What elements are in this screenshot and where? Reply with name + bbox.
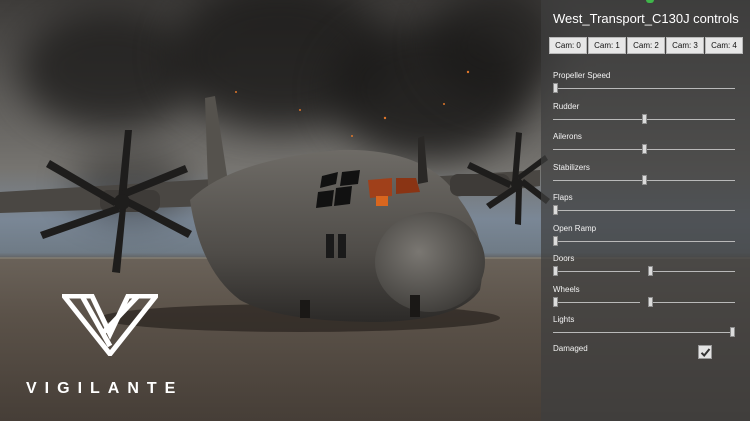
doors-slider-2-thumb[interactable] <box>648 266 653 276</box>
camera-4-button[interactable]: Cam: 4 <box>705 37 743 54</box>
damaged-checkbox[interactable] <box>698 345 712 359</box>
propeller-speed-label: Propeller Speed <box>553 71 611 80</box>
camera-0-button[interactable]: Cam: 0 <box>549 37 587 54</box>
ailerons-label: Ailerons <box>553 132 582 141</box>
doors-slider-2-track[interactable] <box>648 271 735 272</box>
camera-3-button[interactable]: Cam: 3 <box>666 37 704 54</box>
controls-panel: West_Transport_C130J controls Cam: 0 Cam:… <box>541 0 750 421</box>
aircraft-render <box>0 70 550 332</box>
lights-slider-thumb[interactable] <box>730 327 735 337</box>
lights-slider-track[interactable] <box>553 332 735 333</box>
wheels-label: Wheels <box>553 284 580 294</box>
wheels-slider-2-thumb[interactable] <box>648 296 653 307</box>
propeller-speed-slider-thumb[interactable] <box>553 83 558 93</box>
flaps-slider-thumb[interactable] <box>553 205 558 215</box>
doors-slider-1-track[interactable] <box>553 271 640 272</box>
wheels-slider-1-track[interactable] <box>553 301 640 303</box>
panel-title: West_Transport_C130J controls <box>553 11 739 26</box>
lights-label: Lights <box>553 315 575 324</box>
wheels-slider-2-track[interactable] <box>648 301 735 303</box>
rudder-slider-thumb[interactable] <box>641 113 647 124</box>
propeller-speed-slider-track[interactable] <box>553 88 735 89</box>
brand-wordmark: VIGILANTE <box>26 380 184 397</box>
camera-1-button[interactable]: Cam: 1 <box>588 37 626 54</box>
open-ramp-slider-track[interactable] <box>553 240 735 242</box>
rudder-label: Rudder <box>553 101 580 111</box>
camera-2-button[interactable]: Cam: 2 <box>627 37 665 54</box>
viewport: VIGILANTE West_Transport_C130J controls … <box>0 0 750 421</box>
vigilante-logo-icon <box>62 294 158 356</box>
open-ramp-label: Open Ramp <box>553 223 597 233</box>
open-ramp-slider-thumb[interactable] <box>553 235 558 246</box>
flaps-label: Flaps <box>553 193 573 202</box>
checkmark-icon <box>700 348 711 357</box>
doors-slider-1-thumb[interactable] <box>553 266 558 276</box>
ailerons-slider-thumb[interactable] <box>641 144 647 154</box>
flaps-slider-track[interactable] <box>553 210 735 211</box>
wheels-slider-1-thumb[interactable] <box>553 296 558 307</box>
camera-button-group: Cam: 0 Cam: 1 Cam: 2 Cam: 3 Cam: 4 <box>549 37 743 54</box>
stabilizers-label: Stabilizers <box>553 162 590 172</box>
stabilizers-slider-thumb[interactable] <box>641 174 647 185</box>
doors-label: Doors <box>553 254 575 263</box>
damaged-label: Damaged <box>553 344 588 353</box>
